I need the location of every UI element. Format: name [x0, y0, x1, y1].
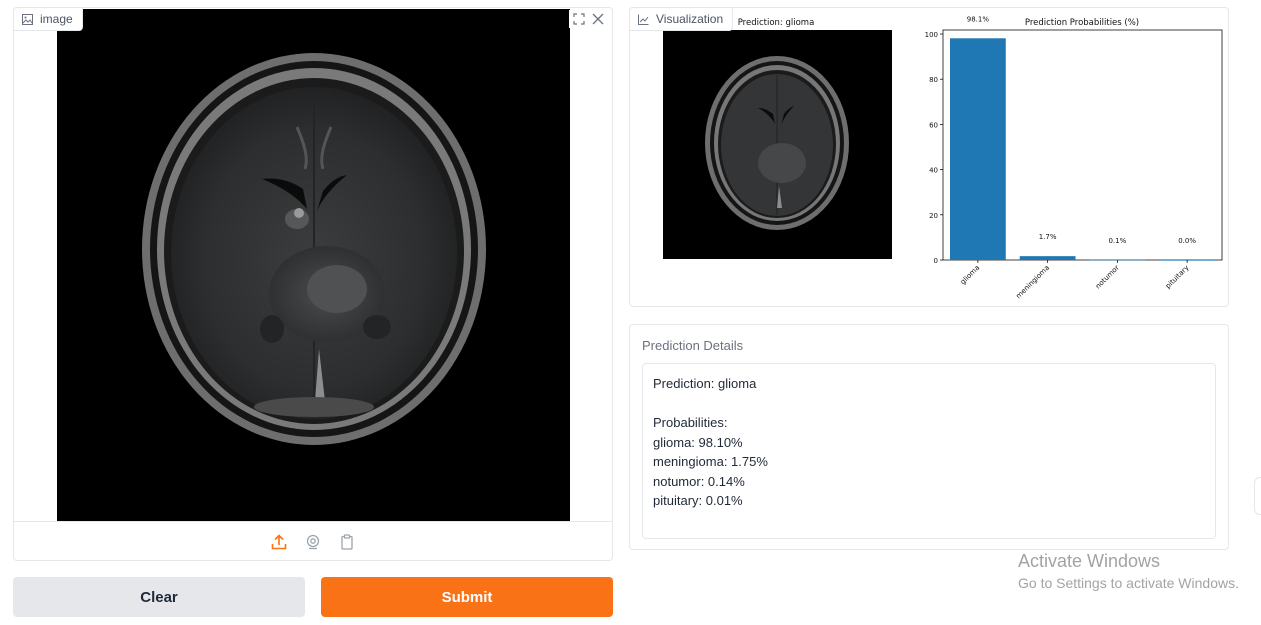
prediction-details-textbox: Prediction: glioma Probabilities: glioma…	[642, 363, 1216, 539]
chart-title: Prediction Probabilities (%)	[1025, 18, 1139, 28]
data-label-meningioma: 1.7%	[1039, 233, 1057, 241]
y-tick-label: 60	[929, 121, 938, 129]
y-tick-label: 40	[929, 167, 938, 175]
detail-line: Probabilities:	[653, 415, 728, 430]
detail-line: pituitary: 0.01%	[653, 493, 743, 508]
image-label-tag: image	[13, 7, 83, 31]
visualization-label: Visualization	[656, 12, 724, 26]
visualization-panel: Prediction: glioma Prediction Probabilit…	[629, 7, 1229, 307]
data-label-pituitary: 0.0%	[1178, 237, 1196, 245]
detail-line: notumor: 0.14%	[653, 473, 745, 489]
prediction-details-label: Prediction Details	[642, 338, 744, 353]
visualization-figure: Prediction: glioma Prediction Probabilit…	[663, 15, 1223, 301]
x-tick-label: glioma	[959, 264, 981, 286]
image-label: image	[40, 12, 73, 26]
detail-line: meningioma: 1.75%	[653, 454, 768, 469]
watermark-subtitle: Go to Settings to activate Windows.	[1018, 575, 1239, 591]
data-label-notumor: 0.1%	[1108, 237, 1126, 245]
clear-button[interactable]: Clear	[13, 577, 305, 617]
edge-handle	[1254, 477, 1261, 515]
image-source-toolbar	[14, 521, 612, 561]
submit-button[interactable]: Submit	[321, 577, 613, 617]
detail-line: glioma: 98.10%	[653, 434, 743, 450]
chart-icon	[638, 14, 649, 25]
x-tick-label: notumor	[1094, 264, 1121, 291]
upload-icon[interactable]	[267, 530, 291, 554]
image-icon	[22, 13, 33, 25]
mri-thumbnail	[663, 30, 892, 259]
prediction-details-panel: Prediction Details Prediction: glioma Pr…	[629, 324, 1229, 550]
watermark-title: Activate Windows	[1018, 551, 1161, 571]
y-tick-label: 20	[929, 212, 938, 220]
bar-glioma	[949, 38, 1006, 260]
y-tick-label: 80	[929, 76, 938, 84]
detail-line: Prediction: glioma	[653, 376, 757, 391]
x-tick-label: meningioma	[1014, 264, 1051, 301]
webcam-icon[interactable]	[301, 530, 325, 554]
x-tick-label: pituitary	[1164, 264, 1191, 291]
activate-windows-watermark: Activate Windows Go to Settings to activ…	[1018, 551, 1239, 591]
data-label-glioma: 98.1%	[967, 15, 990, 23]
detail-line	[653, 394, 1205, 414]
mri-image	[57, 9, 570, 521]
clipboard-icon[interactable]	[335, 530, 359, 554]
y-tick-label: 100	[925, 31, 938, 39]
close-icon[interactable]	[590, 11, 606, 27]
image-input-panel[interactable]: image	[13, 7, 613, 561]
visualization-label-tag: Visualization	[629, 7, 734, 31]
y-tick-label: 0	[934, 257, 938, 265]
bar-meningioma	[1019, 256, 1076, 260]
fullscreen-icon[interactable]	[571, 11, 587, 27]
prediction-image-title: Prediction: glioma	[738, 18, 815, 28]
